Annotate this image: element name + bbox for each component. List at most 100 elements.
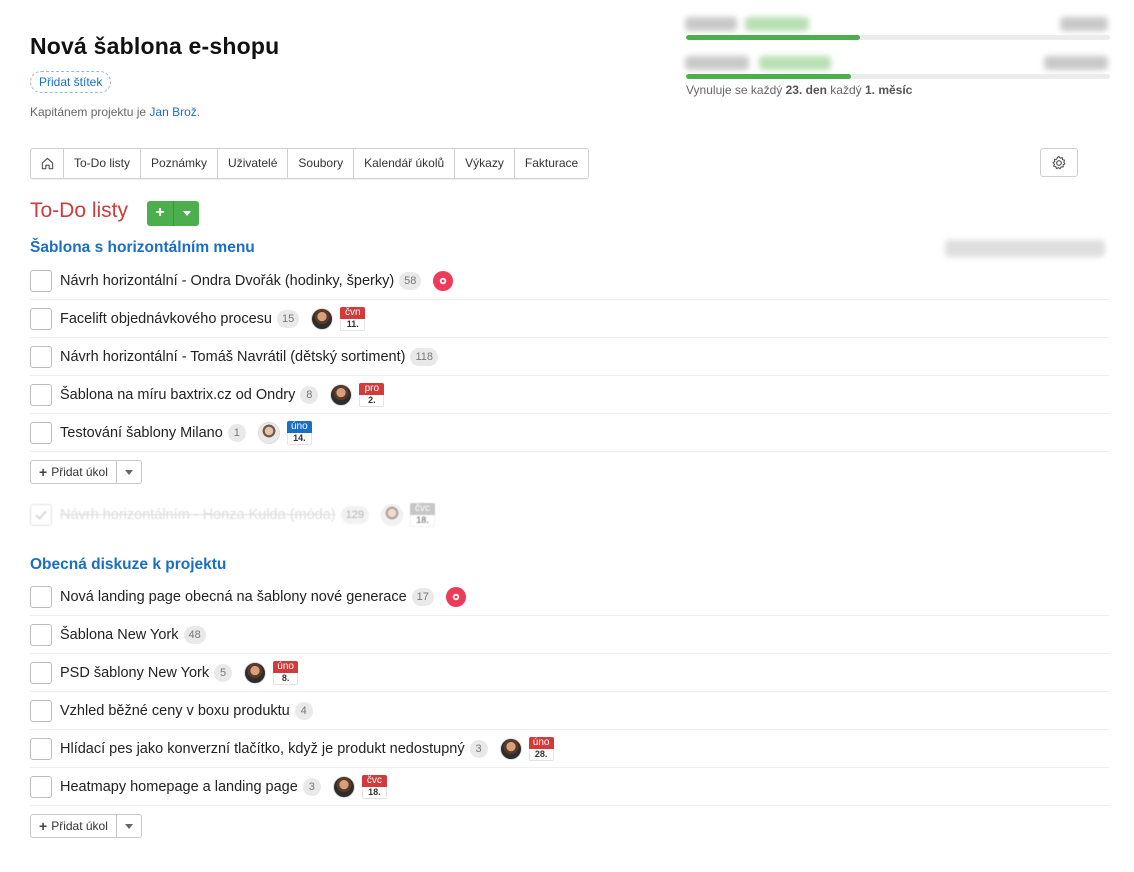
caret-down-icon xyxy=(124,823,133,829)
add-todo-list-button[interactable]: + xyxy=(147,201,174,226)
comment-count: 4 xyxy=(294,701,313,720)
task-name[interactable]: Vzhled běžné ceny v boxu produktu xyxy=(60,703,290,719)
task-row: Vzhled běžné ceny v boxu produktu 4 xyxy=(30,692,1110,730)
progress-row-1 xyxy=(683,14,1110,40)
nav-home[interactable] xyxy=(31,149,63,178)
add-task-dropdown[interactable] xyxy=(117,815,141,837)
task-name[interactable]: Heatmapy homepage a landing page xyxy=(60,779,298,795)
task-checkbox[interactable] xyxy=(30,738,52,760)
avatar[interactable] xyxy=(311,307,334,330)
todo-list-title[interactable]: Obecná diskuze k projektu xyxy=(30,556,226,574)
caret-down-icon xyxy=(182,211,191,216)
task-name[interactable]: Testování šablony Milano xyxy=(60,425,223,441)
add-task-button: + Přidat úkol xyxy=(30,460,142,484)
due-date: úno 8. xyxy=(273,660,299,685)
comment-count: 3 xyxy=(302,777,321,796)
page-title: Nová šablona e-shopu xyxy=(30,33,280,59)
due-date: čvn 11. xyxy=(340,306,366,331)
captain-prefix: Kapitánem projektu je xyxy=(30,105,150,119)
due-month: úno xyxy=(273,660,299,673)
task-row: Návrh horizontální - Tomáš Navrátil (dět… xyxy=(30,338,1110,376)
task-name[interactable]: Návrh horizontální - Ondra Dvořák (hodin… xyxy=(60,273,394,289)
task-name[interactable]: Návrh horizontální - Tomáš Navrátil (dět… xyxy=(60,349,405,365)
task-checkbox[interactable] xyxy=(30,270,52,292)
task-name[interactable]: Šablona na míru baxtrix.cz od Ondry xyxy=(60,387,295,403)
avatar[interactable] xyxy=(330,383,353,406)
comment-count: 118 xyxy=(410,347,438,366)
nav-files[interactable]: Soubory xyxy=(287,149,353,178)
progress-bar-1 xyxy=(686,35,860,40)
due-day: 28. xyxy=(528,748,554,761)
notification-bell-icon[interactable] xyxy=(445,586,466,607)
nav-calendar[interactable]: Kalendář úkolů xyxy=(353,149,454,178)
task-row: Testování šablony Milano 1 úno 14. xyxy=(30,414,1110,452)
task-row: Návrh horizontální - Ondra Dvořák (hodin… xyxy=(30,262,1110,300)
add-tag-button[interactable]: Přidat štítek xyxy=(30,71,112,93)
comment-count: 129 xyxy=(340,505,369,524)
completed-task-row: Návrh horizontálním - Honza Kulda (móda)… xyxy=(30,496,1110,534)
avatar[interactable] xyxy=(332,775,355,798)
task-checkbox[interactable] xyxy=(30,384,52,406)
comment-count: 48 xyxy=(183,625,206,644)
task-checkbox[interactable] xyxy=(30,624,52,646)
add-task-label-button[interactable]: + Přidat úkol xyxy=(31,461,117,483)
nav-reports[interactable]: Výkazy xyxy=(454,149,514,178)
comment-count: 8 xyxy=(300,385,319,404)
captain-link[interactable]: Jan Brož xyxy=(149,105,196,119)
nav-invoicing[interactable]: Fakturace xyxy=(513,149,588,178)
due-day: 2. xyxy=(359,394,385,407)
todo-list-title[interactable]: Šablona s horizontálním menu xyxy=(30,239,255,257)
task-checkbox[interactable] xyxy=(30,422,52,444)
project-nav: To-Do listy Poznámky Uživatelé Soubory K… xyxy=(30,148,590,179)
avatar[interactable] xyxy=(257,421,280,444)
avatar[interactable] xyxy=(499,737,522,760)
home-icon xyxy=(41,157,53,170)
task-checkbox[interactable] xyxy=(30,504,52,526)
comment-count: 5 xyxy=(214,663,233,682)
project-captain: Kapitánem projektu je Jan Brož. xyxy=(30,105,200,119)
task-checkbox[interactable] xyxy=(30,308,52,330)
reset-info: Vynuluje se každý 23. den každý 1. měsíc xyxy=(686,83,913,97)
avatar xyxy=(380,503,403,526)
comment-count: 15 xyxy=(277,309,300,328)
section-title: To-Do listy xyxy=(30,199,129,222)
nav-notes[interactable]: Poznámky xyxy=(140,149,217,178)
nav-users[interactable]: Uživatelé xyxy=(217,149,287,178)
due-month: úno xyxy=(528,736,554,749)
task-checkbox[interactable] xyxy=(30,776,52,798)
due-date: úno 14. xyxy=(286,420,312,445)
task-row: Hlídací pes jako konverzní tlačítko, kdy… xyxy=(30,730,1110,768)
avatar[interactable] xyxy=(244,661,267,684)
add-task-button: + Přidat úkol xyxy=(30,814,142,838)
comment-count: 58 xyxy=(399,271,422,290)
add-todo-list-group: + xyxy=(147,201,199,226)
add-todo-list-dropdown[interactable] xyxy=(174,201,199,226)
nav-todo[interactable]: To-Do listy xyxy=(63,149,140,178)
list-meta-blurred xyxy=(945,240,1105,257)
task-name[interactable]: Návrh horizontálním - Honza Kulda (móda) xyxy=(60,507,336,523)
task-row: Nová landing page obecná na šablony nové… xyxy=(30,578,1110,616)
task-name[interactable]: Hlídací pes jako konverzní tlačítko, kdy… xyxy=(60,741,465,757)
comment-count: 17 xyxy=(411,587,434,606)
add-task-label-button[interactable]: + Přidat úkol xyxy=(31,815,117,837)
add-task-dropdown[interactable] xyxy=(117,461,141,483)
task-row: Šablona na míru baxtrix.cz od Ondry 8 pro 2… xyxy=(30,376,1110,414)
task-checkbox[interactable] xyxy=(30,700,52,722)
task-checkbox[interactable] xyxy=(30,586,52,608)
due-day: 14. xyxy=(286,432,312,445)
captain-suffix: . xyxy=(196,105,201,119)
task-name[interactable]: Šablona New York xyxy=(60,627,179,643)
task-name[interactable]: Nová landing page obecná na šablony nové… xyxy=(60,589,407,605)
task-row: Facelift objednávkového procesu 15 čvn 11. xyxy=(30,300,1110,338)
plus-icon: + xyxy=(39,464,48,480)
progress-bar-2 xyxy=(686,74,852,79)
task-name[interactable]: Facelift objednávkového procesu xyxy=(60,311,272,327)
task-name[interactable]: PSD šablony New York xyxy=(60,665,209,681)
task-checkbox[interactable] xyxy=(30,346,52,368)
notification-bell-icon[interactable] xyxy=(433,270,454,291)
due-day: 11. xyxy=(340,318,366,331)
gear-icon xyxy=(1052,155,1066,169)
task-row: PSD šablony New York 5 úno 8. xyxy=(30,654,1110,692)
task-checkbox[interactable] xyxy=(30,662,52,684)
settings-button[interactable] xyxy=(1040,148,1078,177)
